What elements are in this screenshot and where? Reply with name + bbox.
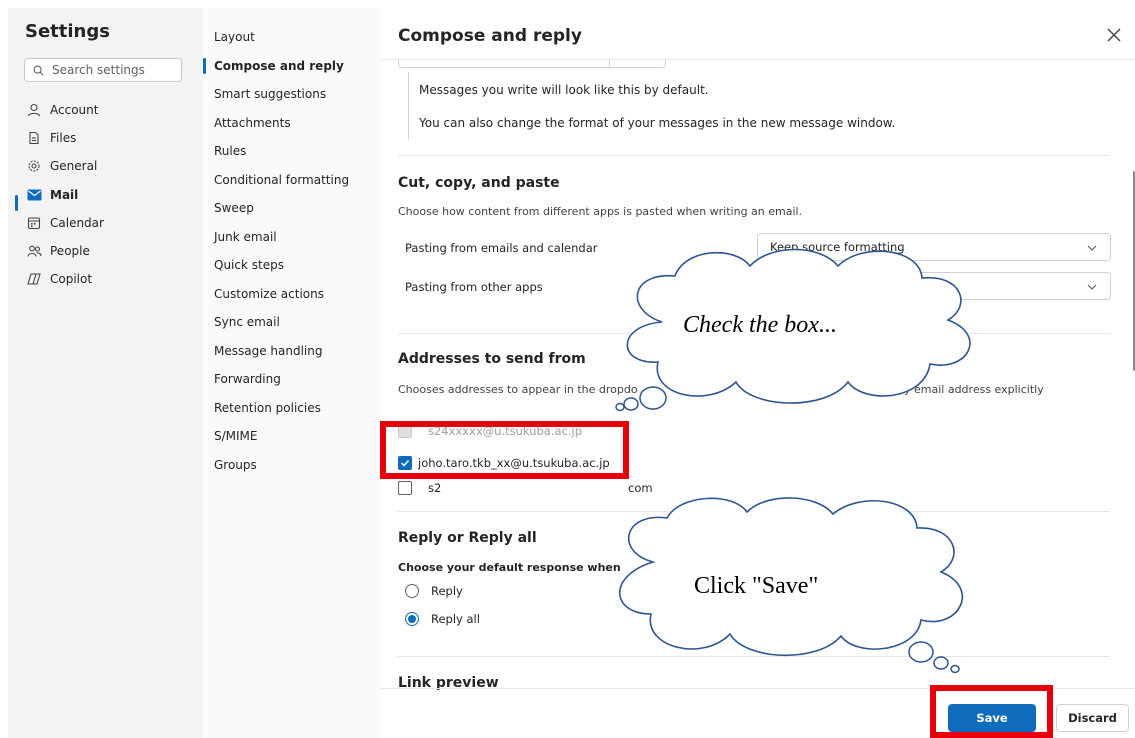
copilot-icon [26, 271, 42, 287]
mail-icon [26, 187, 42, 203]
section-title-reply: Reply or Reply all [398, 530, 537, 546]
format-note: Messages you write will look like this b… [419, 83, 709, 97]
sidebar-item-label: Account [50, 103, 99, 117]
file-icon [26, 130, 42, 146]
sidebar-item-people[interactable]: People [26, 239, 90, 263]
settings-title: Settings [25, 21, 110, 42]
highlight-box-save [930, 685, 1053, 738]
active-indicator [203, 58, 206, 74]
format-toolbar-edge [398, 60, 666, 68]
sidebar-item-files[interactable]: Files [26, 126, 76, 150]
page-title: Compose and reply [398, 26, 582, 46]
chevron-down-icon [1087, 245, 1097, 251]
radio-label: Reply [431, 584, 463, 598]
menu-item-customize-actions[interactable]: Customize actions [214, 284, 324, 304]
menu-item-quick-steps[interactable]: Quick steps [214, 255, 284, 275]
callout-text: Click "Save" [694, 573, 819, 599]
menu-item-attachments[interactable]: Attachments [214, 113, 291, 133]
sidebar-item-copilot[interactable]: Copilot [26, 267, 92, 291]
menu-item-conditional-formatting[interactable]: Conditional formatting [214, 170, 349, 190]
format-preview: Messages you write will look like this b… [408, 72, 895, 140]
sidebar-item-account[interactable]: Account [26, 98, 98, 122]
menu-item-forwarding[interactable]: Forwarding [214, 369, 281, 389]
people-icon [26, 243, 42, 259]
radio-button[interactable] [405, 584, 419, 598]
menu-item-rules[interactable]: Rules [214, 141, 246, 161]
address-label: s2 [428, 481, 442, 495]
radio-label: Reply all [431, 612, 480, 626]
sidebar-item-label: Copilot [50, 272, 93, 286]
gear-icon [26, 158, 42, 174]
divider [398, 155, 1110, 156]
menu-item-sync-email[interactable]: Sync email [214, 312, 280, 332]
format-note: You can also change the format of your m… [419, 116, 896, 130]
callout-text: Check the box... [683, 312, 837, 338]
paste-emails-label: Pasting from emails and calendar [405, 241, 598, 255]
menu-item-compose-and-reply[interactable]: Compose and reply [214, 56, 344, 76]
close-button[interactable] [1101, 22, 1127, 48]
close-icon [1107, 28, 1121, 42]
sidebar-item-label: People [50, 244, 90, 258]
menu-item-smime[interactable]: S/MIME [214, 426, 258, 446]
highlight-box-checkbox [380, 421, 629, 479]
menu-item-retention-policies[interactable]: Retention policies [214, 398, 321, 418]
section-description: Choose your default response when [398, 561, 621, 574]
radio-button[interactable] [405, 612, 419, 626]
radio-reply[interactable]: Reply [405, 581, 463, 601]
discard-button[interactable]: Discard [1056, 704, 1129, 732]
search-box[interactable] [24, 58, 184, 82]
sidebar-item-calendar[interactable]: Calendar [26, 211, 104, 235]
section-description: Choose how content from different apps i… [398, 205, 803, 218]
search-icon [33, 65, 44, 75]
menu-item-layout[interactable]: Layout [214, 27, 255, 47]
sidebar-item-general[interactable]: General [26, 154, 97, 178]
chevron-down-icon [1087, 284, 1097, 290]
settings-sidebar: Settings Account Files General Mail Cale… [8, 8, 202, 738]
radio-reply-all[interactable]: Reply all [405, 609, 480, 629]
sidebar-item-label: General [50, 159, 98, 173]
menu-item-sweep[interactable]: Sweep [214, 198, 254, 218]
menu-item-smart-suggestions[interactable]: Smart suggestions [214, 84, 326, 104]
sidebar-item-label: Calendar [50, 216, 104, 230]
calendar-icon [26, 215, 42, 231]
sidebar-item-label: Files [50, 131, 77, 145]
paste-other-apps-label: Pasting from other apps [405, 280, 543, 294]
menu-item-message-handling[interactable]: Message handling [214, 341, 322, 361]
section-title-cut-copy-paste: Cut, copy, and paste [398, 175, 560, 191]
mail-settings-menu: Layout Compose and reply Smart suggestio… [202, 8, 381, 738]
address-option[interactable]: s2 [398, 478, 441, 498]
menu-item-junk-email[interactable]: Junk email [214, 227, 277, 247]
section-title-addresses: Addresses to send from [398, 351, 586, 367]
address-checkbox[interactable] [398, 481, 412, 495]
menu-item-groups[interactable]: Groups [214, 455, 257, 475]
person-icon [26, 102, 42, 118]
search-input[interactable] [50, 62, 184, 78]
sidebar-item-mail[interactable]: Mail [26, 183, 78, 207]
sidebar-item-label: Mail [50, 188, 79, 202]
active-indicator [15, 195, 18, 211]
